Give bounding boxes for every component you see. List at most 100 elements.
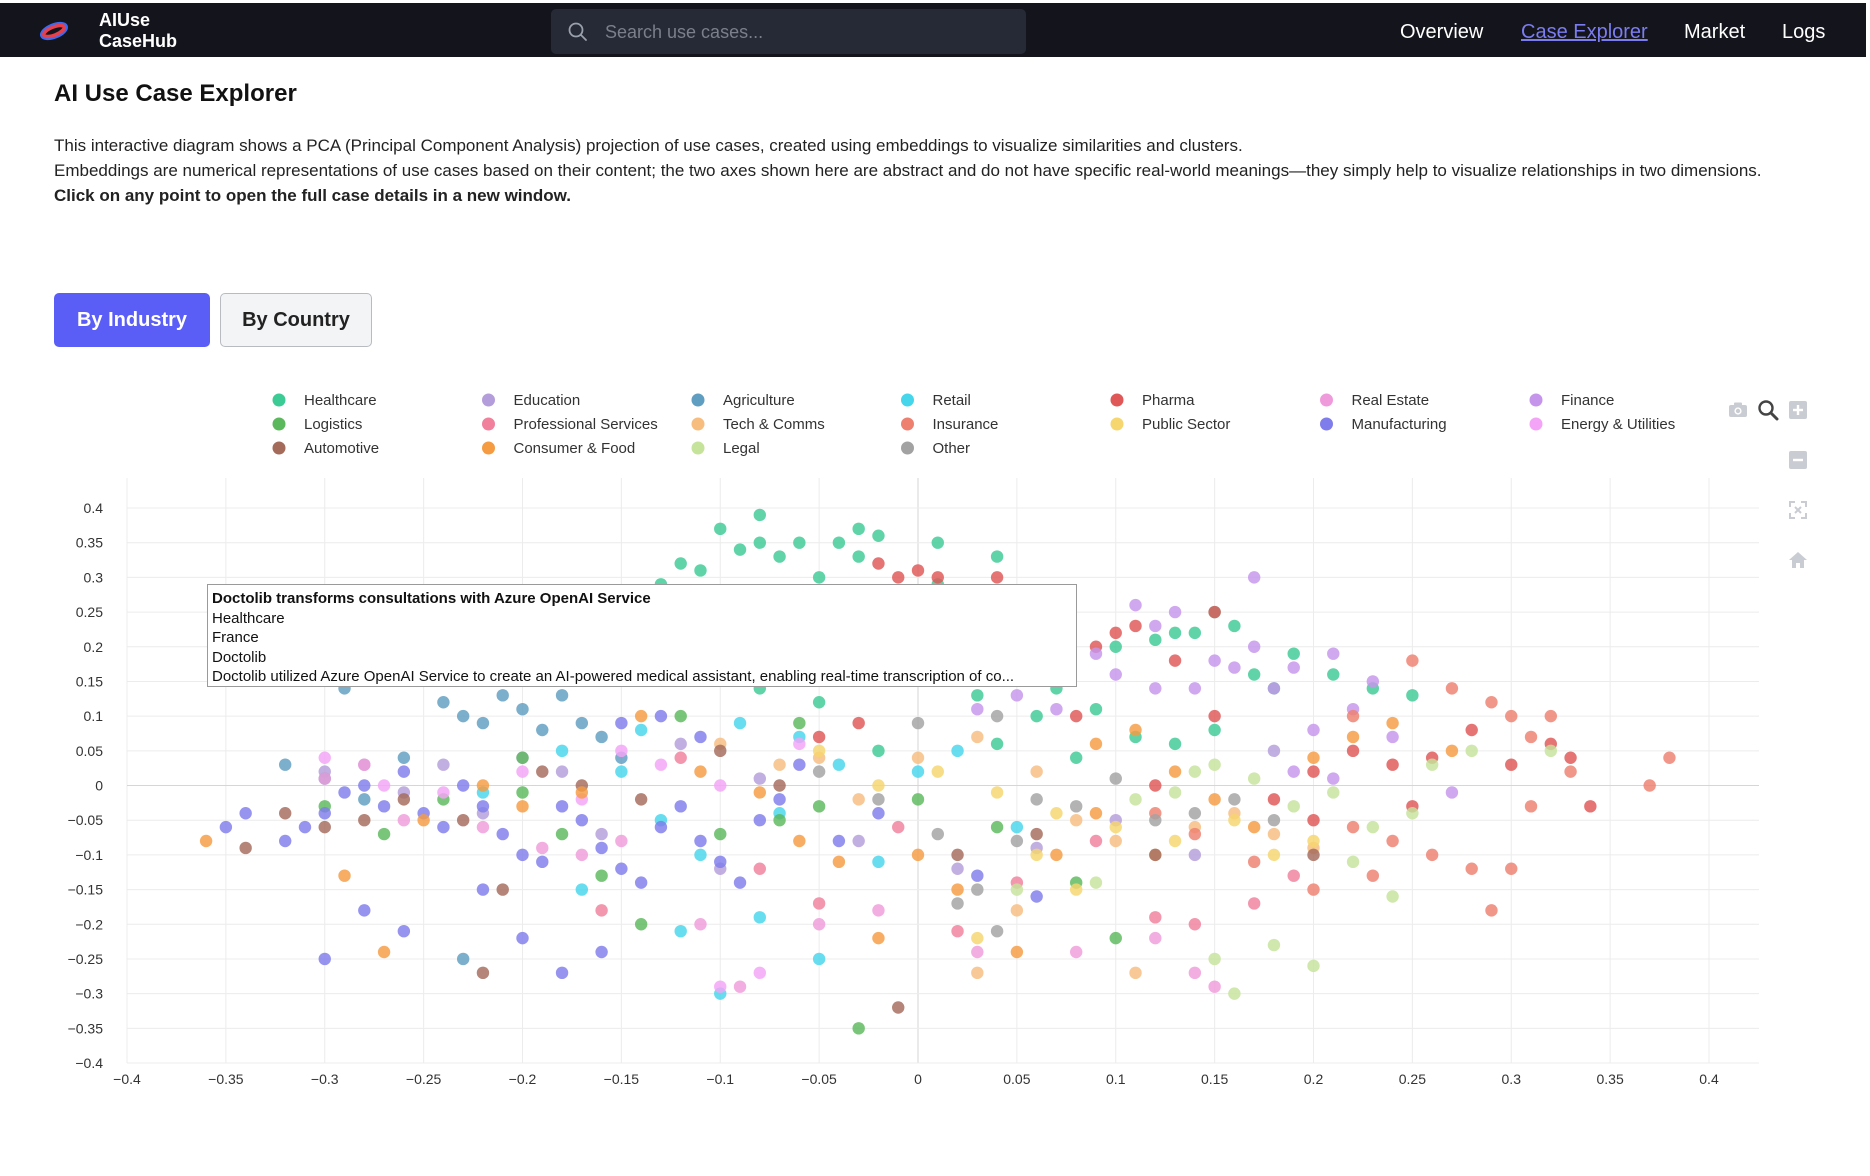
legend-item[interactable]: Manufacturing bbox=[1320, 416, 1447, 433]
data-point[interactable] bbox=[1406, 689, 1419, 702]
data-point[interactable] bbox=[1168, 765, 1182, 778]
data-point[interactable] bbox=[1149, 682, 1162, 695]
search-box[interactable] bbox=[551, 9, 1026, 56]
data-point[interactable] bbox=[1109, 820, 1122, 834]
data-point[interactable] bbox=[1327, 647, 1340, 660]
brand-name[interactable]: AIUse CaseHub bbox=[99, 10, 177, 52]
data-point[interactable] bbox=[793, 536, 806, 549]
data-point[interactable] bbox=[1089, 807, 1103, 820]
data-point[interactable] bbox=[812, 765, 826, 778]
data-point[interactable] bbox=[1149, 848, 1162, 862]
data-point[interactable] bbox=[1050, 807, 1063, 820]
data-point[interactable] bbox=[575, 716, 589, 730]
data-point[interactable] bbox=[536, 855, 549, 869]
data-point[interactable] bbox=[1366, 820, 1380, 834]
data-point[interactable] bbox=[397, 793, 411, 806]
data-point[interactable] bbox=[1089, 647, 1103, 660]
data-point[interactable] bbox=[338, 869, 351, 882]
data-point[interactable] bbox=[931, 536, 944, 549]
data-point[interactable] bbox=[397, 765, 411, 778]
data-point[interactable] bbox=[674, 800, 687, 813]
data-point[interactable] bbox=[318, 772, 331, 785]
data-point[interactable] bbox=[654, 758, 668, 771]
data-point[interactable] bbox=[1089, 834, 1103, 848]
data-point[interactable] bbox=[1050, 848, 1063, 862]
data-point[interactable] bbox=[595, 841, 608, 855]
data-point[interactable] bbox=[476, 966, 490, 980]
data-point[interactable] bbox=[911, 716, 925, 730]
data-point[interactable] bbox=[575, 883, 589, 896]
nav-link-case-explorer[interactable]: Case Explorer bbox=[1521, 20, 1648, 44]
data-point[interactable] bbox=[694, 730, 707, 744]
data-point[interactable] bbox=[555, 765, 569, 778]
data-point[interactable] bbox=[575, 813, 589, 827]
data-point[interactable] bbox=[456, 709, 470, 723]
data-point[interactable] bbox=[990, 571, 1004, 584]
legend-item[interactable]: Education bbox=[482, 392, 580, 409]
data-point[interactable] bbox=[951, 883, 964, 896]
data-point[interactable] bbox=[397, 924, 411, 938]
data-point[interactable] bbox=[832, 855, 846, 869]
data-point[interactable] bbox=[892, 820, 905, 834]
data-point[interactable] bbox=[733, 876, 747, 889]
data-point[interactable] bbox=[911, 793, 925, 806]
data-point[interactable] bbox=[1247, 820, 1261, 834]
data-point[interactable] bbox=[536, 765, 549, 778]
data-point[interactable] bbox=[911, 848, 925, 862]
data-point[interactable] bbox=[358, 813, 371, 827]
data-point[interactable] bbox=[733, 543, 747, 556]
data-point[interactable] bbox=[1287, 661, 1300, 674]
data-point[interactable] bbox=[872, 855, 885, 869]
data-point[interactable] bbox=[456, 952, 470, 966]
data-point[interactable] bbox=[1564, 751, 1577, 764]
data-point[interactable] bbox=[298, 820, 312, 834]
data-point[interactable] bbox=[753, 966, 766, 980]
data-point[interactable] bbox=[219, 820, 233, 834]
data-point[interactable] bbox=[555, 827, 569, 841]
data-point[interactable] bbox=[1149, 931, 1162, 945]
data-point[interactable] bbox=[1070, 709, 1083, 723]
data-point[interactable] bbox=[1109, 626, 1122, 640]
legend-item[interactable]: Energy & Utilities bbox=[1529, 416, 1676, 433]
data-point[interactable] bbox=[338, 786, 351, 799]
data-point[interactable] bbox=[1267, 793, 1281, 806]
data-point[interactable] bbox=[674, 751, 687, 764]
data-point[interactable] bbox=[1445, 744, 1459, 758]
data-point[interactable] bbox=[852, 522, 865, 536]
data-point[interactable] bbox=[615, 744, 628, 758]
data-point[interactable] bbox=[951, 744, 964, 758]
data-point[interactable] bbox=[1564, 765, 1577, 778]
data-point[interactable] bbox=[1406, 807, 1419, 820]
data-point[interactable] bbox=[1109, 772, 1122, 785]
data-point[interactable] bbox=[516, 702, 529, 716]
data-point[interactable] bbox=[595, 945, 608, 959]
data-point[interactable] bbox=[1010, 904, 1024, 917]
data-point[interactable] bbox=[1168, 605, 1182, 619]
data-point[interactable] bbox=[1307, 723, 1320, 737]
data-point[interactable] bbox=[456, 779, 470, 792]
data-point[interactable] bbox=[872, 904, 885, 917]
legend-item[interactable]: Automotive bbox=[272, 440, 380, 457]
data-point[interactable] bbox=[1485, 696, 1498, 709]
data-point[interactable] bbox=[358, 758, 371, 771]
data-point[interactable] bbox=[1070, 945, 1083, 959]
data-point[interactable] bbox=[1544, 709, 1558, 723]
data-point[interactable] bbox=[318, 751, 331, 764]
data-point[interactable] bbox=[1505, 709, 1518, 723]
data-point[interactable] bbox=[714, 827, 727, 841]
data-point[interactable] bbox=[1070, 800, 1083, 813]
data-point[interactable] bbox=[832, 834, 846, 848]
data-point[interactable] bbox=[1287, 647, 1300, 660]
zoom-out-icon[interactable] bbox=[1786, 448, 1810, 472]
data-point[interactable] bbox=[694, 834, 707, 848]
data-point[interactable] bbox=[753, 536, 766, 549]
data-point[interactable] bbox=[1287, 765, 1300, 778]
legend-item[interactable]: Agriculture bbox=[691, 392, 795, 409]
data-point[interactable] bbox=[1287, 869, 1300, 882]
data-point[interactable] bbox=[674, 557, 687, 570]
data-point[interactable] bbox=[951, 924, 964, 938]
data-point[interactable] bbox=[1129, 966, 1142, 980]
data-point[interactable] bbox=[852, 834, 865, 848]
data-point[interactable] bbox=[1346, 820, 1360, 834]
data-point[interactable] bbox=[595, 869, 608, 882]
